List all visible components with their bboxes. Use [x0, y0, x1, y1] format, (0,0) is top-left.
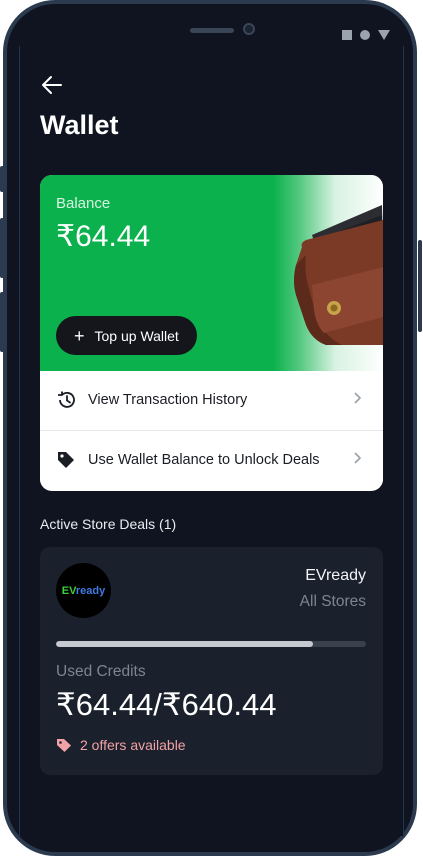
wallet-illustration	[272, 185, 383, 345]
unlock-deals-label: Use Wallet Balance to Unlock Deals	[88, 452, 320, 468]
circle-icon	[360, 30, 370, 40]
balance-panel: Balance ₹64.44 + Top up Wallet	[40, 175, 383, 371]
chevron-right-icon	[353, 391, 362, 409]
used-credits-value: ₹64.44/₹640.44	[56, 687, 277, 722]
balance-label: Balance	[56, 195, 111, 212]
balance-amount: ₹64.44	[56, 220, 151, 253]
credits-progress-fill	[56, 641, 314, 647]
view-transaction-history-label: View Transaction History	[88, 392, 248, 408]
side-button	[0, 166, 4, 192]
active-deals-heading: Active Store Deals (1)	[40, 516, 177, 532]
status-bar	[342, 30, 390, 40]
view-transaction-history-row[interactable]: View Transaction History	[40, 371, 383, 429]
store-name: EVready	[305, 567, 366, 584]
tag-icon	[56, 450, 76, 470]
credits-progress-bar	[56, 641, 366, 647]
store-deal-card[interactable]: EVready EVready All Stores Used Credits …	[40, 547, 383, 775]
top-up-wallet-button[interactable]: + Top up Wallet	[56, 316, 197, 355]
offers-text: 2 offers available	[80, 737, 186, 753]
triangle-icon	[378, 30, 390, 40]
store-logo: EVready	[56, 563, 111, 618]
top-up-label: Top up Wallet	[94, 327, 179, 344]
chevron-right-icon	[353, 451, 362, 469]
wallet-card: Balance ₹64.44 + Top up Wallet View Tran…	[40, 175, 383, 491]
page-title: Wallet	[40, 110, 119, 140]
volume-up-button	[0, 218, 4, 278]
history-icon	[56, 390, 76, 410]
offers-available[interactable]: 2 offers available	[56, 737, 186, 753]
unlock-deals-row[interactable]: Use Wallet Balance to Unlock Deals	[40, 431, 383, 489]
power-button	[418, 240, 422, 332]
square-icon	[342, 30, 352, 40]
tag-icon	[56, 737, 72, 753]
volume-down-button	[0, 292, 4, 352]
store-scope: All Stores	[299, 593, 366, 610]
used-credits-label: Used Credits	[56, 663, 146, 680]
speaker-grille	[190, 28, 234, 33]
logo-text-ready: ready	[75, 584, 106, 597]
logo-text-ev: EV	[61, 584, 76, 597]
back-arrow-icon[interactable]	[41, 75, 63, 95]
front-camera	[243, 23, 255, 35]
plus-icon: +	[74, 325, 85, 346]
